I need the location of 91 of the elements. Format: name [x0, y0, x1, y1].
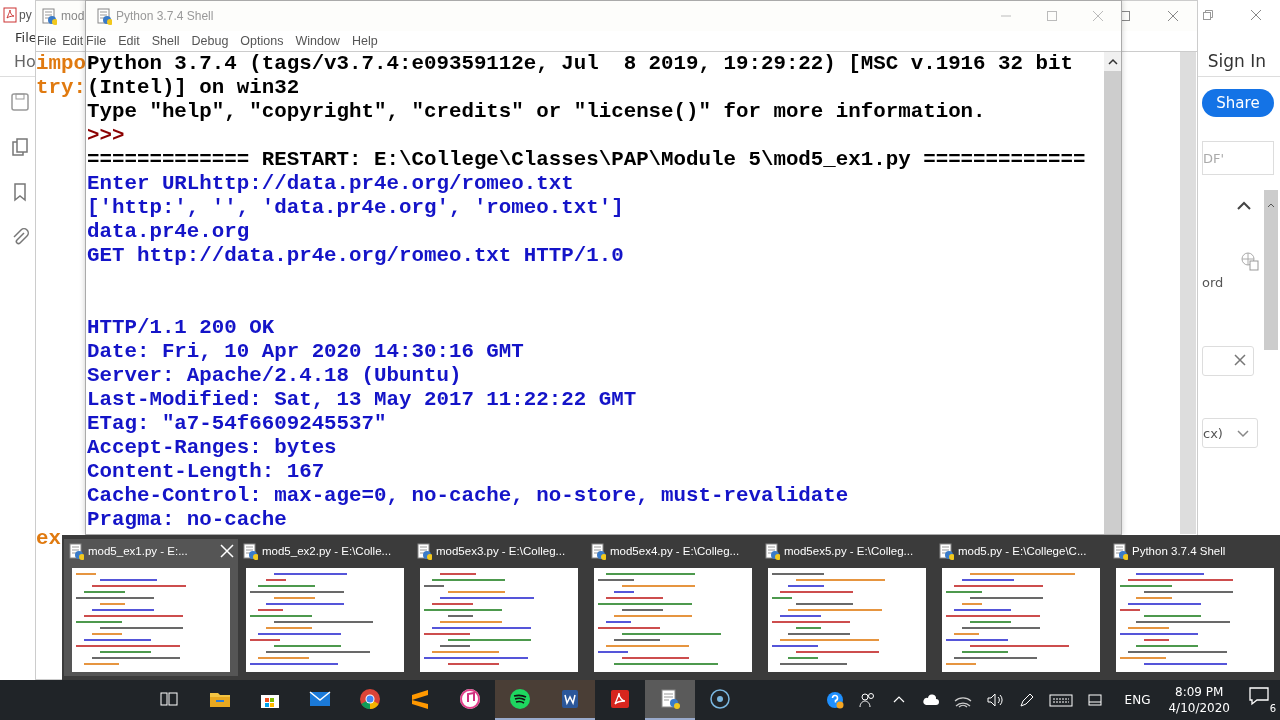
language-indicator[interactable]: ENG: [1124, 693, 1151, 707]
python-file-icon: [938, 542, 954, 560]
window-title: Python 3.7.4 Shell: [1132, 545, 1227, 557]
output-line: ============= RESTART: E:\College\Classes\PAP\Module 5\mod5_ex1.py =============: [87, 148, 1086, 172]
window-title: mod5.py - E:\College\C...: [958, 545, 1088, 557]
output-line: Python 3.7.4 (tags/v3.7.4:e09359112e, Jul 8 2019, 19:29:22) [MSC v.1916 32 bit: [87, 52, 1073, 76]
tab[interactable]: Ho: [14, 51, 36, 71]
prompt: >>>: [87, 124, 125, 148]
window-title: mod5ex5.py - E:\Colleg...: [784, 545, 915, 557]
window-title: Python 3.7.4 Shell: [116, 9, 214, 23]
pdf-icon: [3, 7, 17, 23]
chevron-up-icon[interactable]: [1236, 201, 1252, 211]
scroll-up-icon[interactable]: [1107, 58, 1118, 65]
ring-icon: [708, 687, 732, 711]
window-title: py: [19, 8, 32, 22]
output-line: data.pr4e.org: [87, 220, 250, 244]
python-file-icon: [1112, 542, 1128, 560]
output-line: ETag: "a7-54f6609245537": [87, 412, 387, 436]
output-line: GET http://data.pr4e.org/romeo.txt HTTP/1.0: [87, 244, 624, 268]
option-label: ord: [1202, 275, 1225, 290]
window-title: mod5ex3.py - E:\Colleg...: [436, 545, 567, 557]
menu-item[interactable]: Window: [295, 34, 340, 48]
output-line: ['http:', '', 'data.pr4e.org', 'romeo.txt']: [87, 196, 624, 220]
menu-item[interactable]: Edit: [62, 34, 84, 48]
text-field[interactable]: [1202, 346, 1254, 376]
output-line: Content-Length: 167: [87, 460, 325, 484]
code-line: try:: [36, 76, 86, 100]
menu-item[interactable]: File: [86, 34, 107, 48]
close-icon[interactable]: [1166, 9, 1180, 23]
scrollbar[interactable]: [1180, 52, 1196, 534]
pages-icon[interactable]: [10, 137, 30, 157]
clock-time[interactable]: 8:09 PM: [1175, 684, 1224, 700]
window-preview[interactable]: mod5ex3.py - E:\Colleg...: [412, 539, 586, 676]
notification-count: 6: [1269, 703, 1276, 714]
output-line: Date: Fri, 10 Apr 2020 14:30:16 GMT: [87, 340, 524, 364]
clock-date[interactable]: 4/10/2020: [1168, 700, 1230, 716]
field-text: DF': [1203, 150, 1225, 166]
window-preview[interactable]: mod5ex5.py - E:\Colleg...: [760, 539, 934, 676]
taskbar-button[interactable]: [645, 680, 695, 720]
menu-item[interactable]: Debug: [191, 34, 229, 48]
window-title: mod: [61, 9, 85, 23]
window-title: mod5_ex2.py - E:\Colle...: [262, 545, 393, 557]
python-file-icon: [68, 542, 84, 560]
restore-icon[interactable]: [1201, 8, 1215, 22]
window-preview[interactable]: mod5_ex2.py - E:\Colle...: [238, 539, 412, 676]
output-line: Last-Modified: Sat, 13 May 2017 11:22:22 GMT: [87, 388, 637, 412]
help-icon[interactable]: [824, 690, 845, 710]
chevron-down-icon: [1237, 429, 1249, 438]
output-line: Accept-Ranges: bytes: [87, 436, 337, 460]
notification-icon[interactable]: [1248, 686, 1270, 706]
dropdown[interactable]: cx): [1202, 418, 1258, 448]
browser-icon: [358, 687, 382, 711]
menu-item[interactable]: File: [15, 30, 37, 46]
output-line: (Intel)] on win32: [87, 76, 300, 100]
close-icon[interactable]: [1249, 8, 1263, 22]
output-line: Enter URLhttp://data.pr4e.org/romeo.txt: [87, 172, 574, 196]
window-preview[interactable]: mod5_ex1.py - E:...: [64, 539, 238, 676]
output-line: HTTP/1.1 200 OK: [87, 316, 275, 340]
menu-item[interactable]: Options: [240, 34, 284, 48]
output-line: Pragma: no-cache: [87, 508, 287, 532]
output-line: Type "help", "copyright", "credits" or "license()" for more information.: [87, 100, 986, 124]
menu-item[interactable]: Shell: [151, 34, 180, 48]
python-file-icon: [242, 542, 258, 560]
pdf-icon: [608, 687, 632, 711]
python-file-icon: [590, 542, 606, 560]
clear-icon[interactable]: [1233, 352, 1247, 367]
window-title: mod5_ex1.py - E:...: [88, 545, 189, 557]
python-file-icon: [764, 542, 780, 560]
globe-document-icon: [1240, 251, 1260, 271]
python-file-icon: [416, 542, 432, 560]
python-file-icon: [658, 687, 682, 711]
share-button[interactable]: Share: [1202, 89, 1274, 117]
menu-item[interactable]: Edit: [118, 34, 140, 48]
python-file-icon: [96, 7, 112, 25]
window-preview[interactable]: Python 3.7.4 Shell: [1108, 539, 1280, 676]
sign-in-link[interactable]: Sign In: [1207, 51, 1266, 71]
scrollbar[interactable]: [1264, 190, 1278, 350]
window-preview[interactable]: mod5.py - E:\College\C...: [934, 539, 1108, 676]
output-line: Cache-Control: max-age=0, no-cache, no-store, must-revalidate: [87, 484, 849, 508]
scroll-up-icon[interactable]: [1267, 202, 1275, 208]
output-line: Server: Apache/2.4.18 (Ubuntu): [87, 364, 462, 388]
code-line: ex: [36, 527, 62, 551]
menu-item[interactable]: File: [37, 34, 57, 48]
window-title: mod5ex4.py - E:\Colleg...: [610, 545, 741, 557]
menu-item[interactable]: Help: [351, 34, 378, 48]
music-note-icon: [458, 687, 482, 711]
spotify-icon: [508, 687, 532, 711]
people-icon[interactable]: [856, 690, 877, 710]
code-line: impo: [36, 52, 86, 76]
python-file-icon: [41, 7, 57, 25]
window-preview[interactable]: mod5ex4.py - E:\Colleg...: [586, 539, 760, 676]
